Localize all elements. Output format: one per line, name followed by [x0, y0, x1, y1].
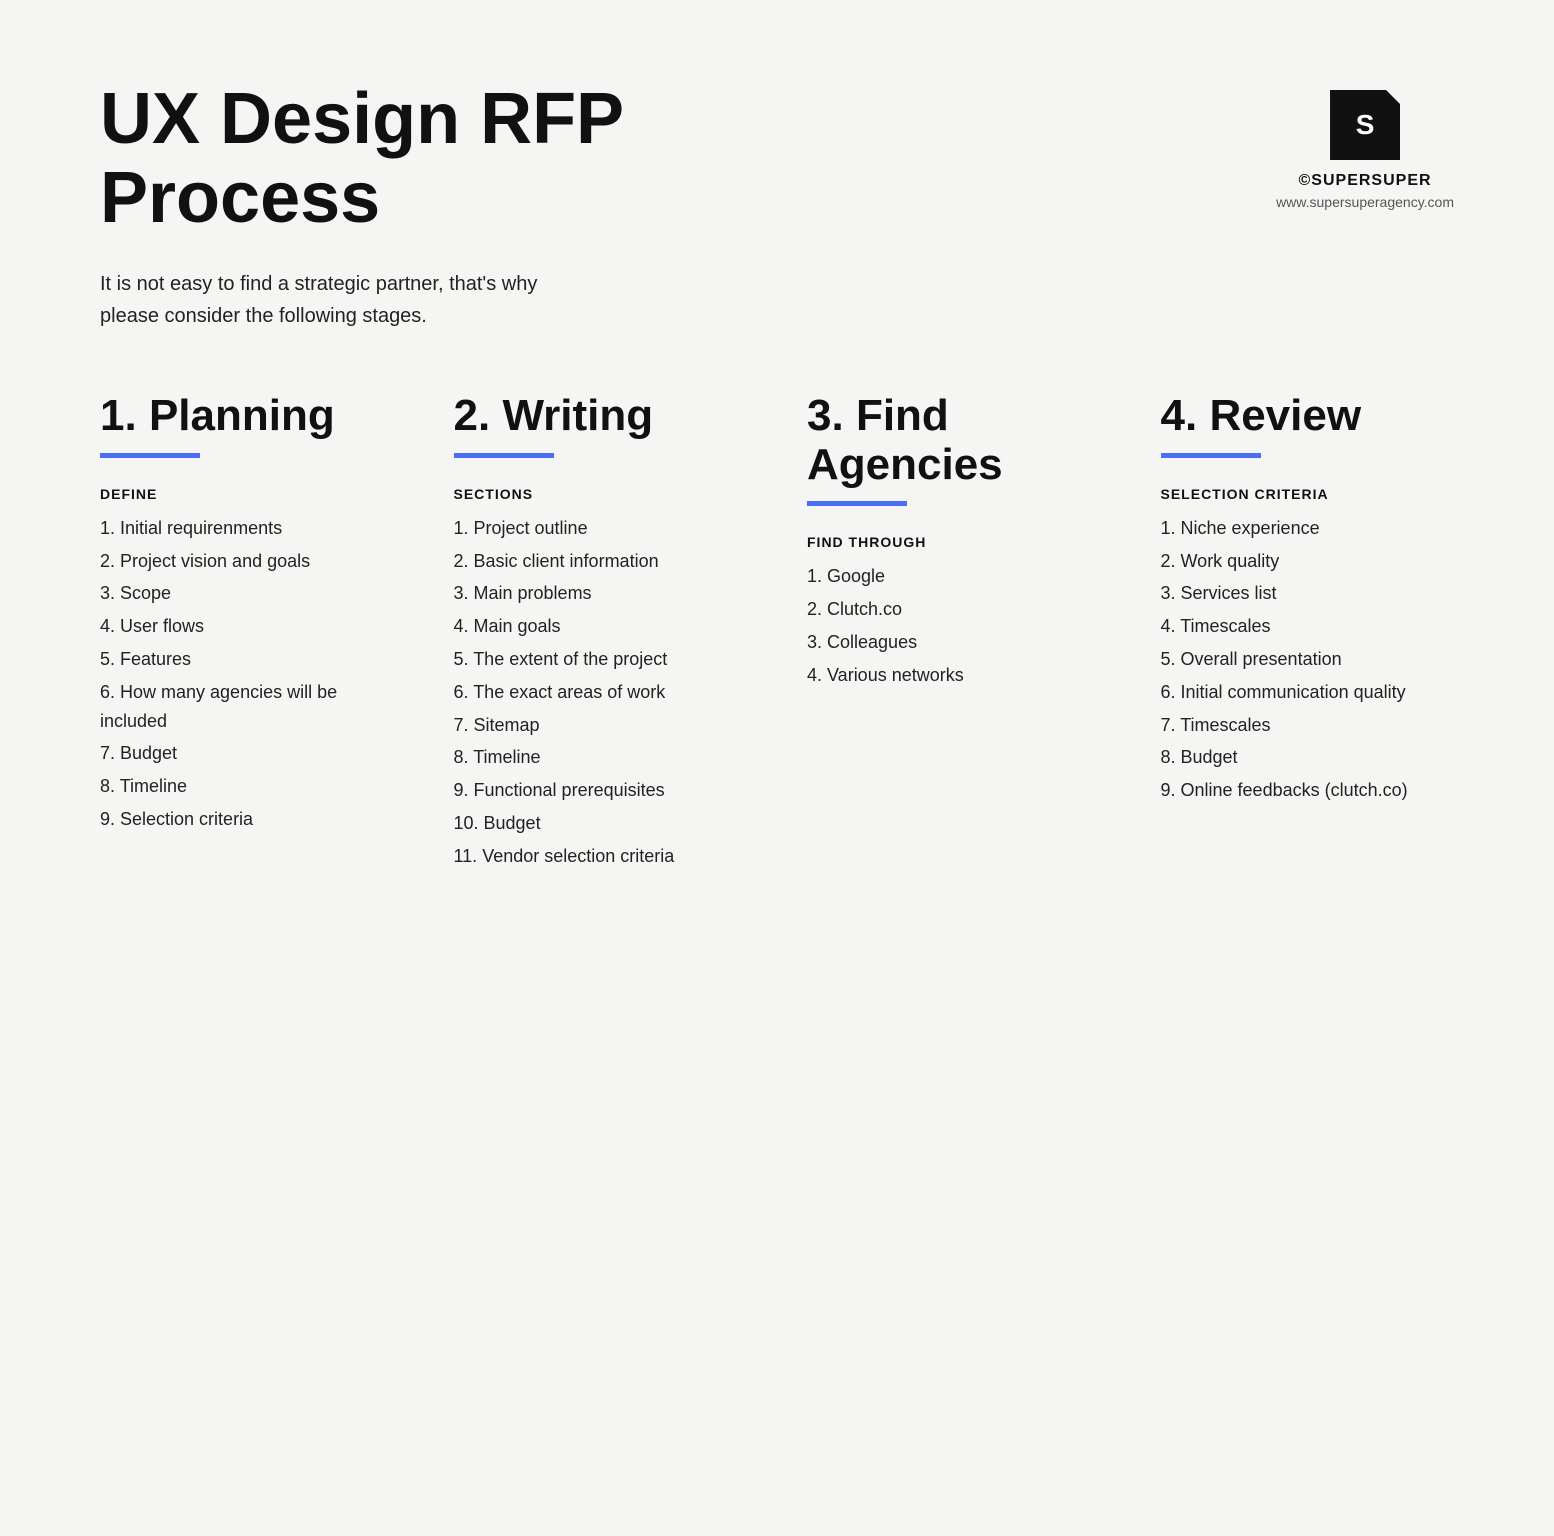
page-title: UX Design RFP Process: [100, 80, 624, 238]
list-item: 2. Work quality: [1161, 547, 1455, 576]
list-item: 5. Overall presentation: [1161, 645, 1455, 674]
list-item: 6. Initial communication quality: [1161, 678, 1455, 707]
section-planning: 1. Planning DEFINE 1. Initial requirenme…: [100, 392, 394, 874]
list-item: 7. Timescales: [1161, 711, 1455, 740]
list-item: 1. Google: [807, 562, 1101, 591]
list-item: 11. Vendor selection criteria: [454, 842, 748, 871]
list-item: 9. Selection criteria: [100, 805, 394, 834]
list-item: 9. Functional prerequisites: [454, 776, 748, 805]
title-block: UX Design RFP Process It is not easy to …: [100, 80, 624, 332]
list-item: 1. Niche experience: [1161, 514, 1455, 543]
subtitle-text: It is not easy to find a strategic partn…: [100, 268, 600, 332]
list-item: 2. Basic client information: [454, 547, 748, 576]
list-item: 9. Online feedbacks (clutch.co): [1161, 776, 1455, 805]
section-agencies: 3. Find Agencies FIND THROUGH 1. Google …: [807, 392, 1101, 874]
review-list: 1. Niche experience 2. Work quality 3. S…: [1161, 514, 1455, 805]
list-item: 2. Clutch.co: [807, 595, 1101, 624]
section-writing: 2. Writing SECTIONS 1. Project outline 2…: [454, 392, 748, 874]
list-item: 8. Timeline: [100, 772, 394, 801]
agencies-underline: [807, 501, 907, 506]
header: UX Design RFP Process It is not easy to …: [100, 80, 1454, 332]
review-underline: [1161, 453, 1261, 458]
list-item: 7. Sitemap: [454, 711, 748, 740]
list-item: 3. Scope: [100, 579, 394, 608]
writing-list: 1. Project outline 2. Basic client infor…: [454, 514, 748, 871]
list-item: 3. Main problems: [454, 579, 748, 608]
list-item: 4. Main goals: [454, 612, 748, 641]
brand-name: ©SUPERSUPER: [1299, 172, 1432, 190]
writing-subsection-label: SECTIONS: [454, 486, 748, 502]
list-item: 6. How many agencies will be included: [100, 678, 394, 736]
planning-underline: [100, 453, 200, 458]
list-item: 4. Various networks: [807, 661, 1101, 690]
list-item: 2. Project vision and goals: [100, 547, 394, 576]
agencies-title: 3. Find Agencies: [807, 392, 1101, 489]
list-item: 1. Project outline: [454, 514, 748, 543]
list-item: 8. Budget: [1161, 743, 1455, 772]
review-subsection-label: SELECTION CRITERIA: [1161, 486, 1455, 502]
writing-underline: [454, 453, 554, 458]
list-item: 7. Budget: [100, 739, 394, 768]
page-container: UX Design RFP Process It is not easy to …: [100, 80, 1454, 875]
planning-subsection-label: DEFINE: [100, 486, 394, 502]
brand-logo-icon: [1330, 90, 1400, 160]
writing-title: 2. Writing: [454, 392, 748, 440]
review-title: 4. Review: [1161, 392, 1455, 440]
list-item: 3. Colleagues: [807, 628, 1101, 657]
list-item: 10. Budget: [454, 809, 748, 838]
list-item: 5. The extent of the project: [454, 645, 748, 674]
brand-block: ©SUPERSUPER www.supersuperagency.com: [1276, 80, 1454, 210]
planning-title: 1. Planning: [100, 392, 394, 440]
brand-url: www.supersuperagency.com: [1276, 194, 1454, 210]
agencies-subsection-label: FIND THROUGH: [807, 534, 1101, 550]
list-item: 3. Services list: [1161, 579, 1455, 608]
list-item: 4. User flows: [100, 612, 394, 641]
main-content: 1. Planning DEFINE 1. Initial requirenme…: [100, 392, 1454, 874]
section-review: 4. Review SELECTION CRITERIA 1. Niche ex…: [1161, 392, 1455, 874]
list-item: 5. Features: [100, 645, 394, 674]
planning-list: 1. Initial requirenments 2. Project visi…: [100, 514, 394, 834]
list-item: 6. The exact areas of work: [454, 678, 748, 707]
agencies-list: 1. Google 2. Clutch.co 3. Colleagues 4. …: [807, 562, 1101, 689]
list-item: 4. Timescales: [1161, 612, 1455, 641]
list-item: 1. Initial requirenments: [100, 514, 394, 543]
list-item: 8. Timeline: [454, 743, 748, 772]
